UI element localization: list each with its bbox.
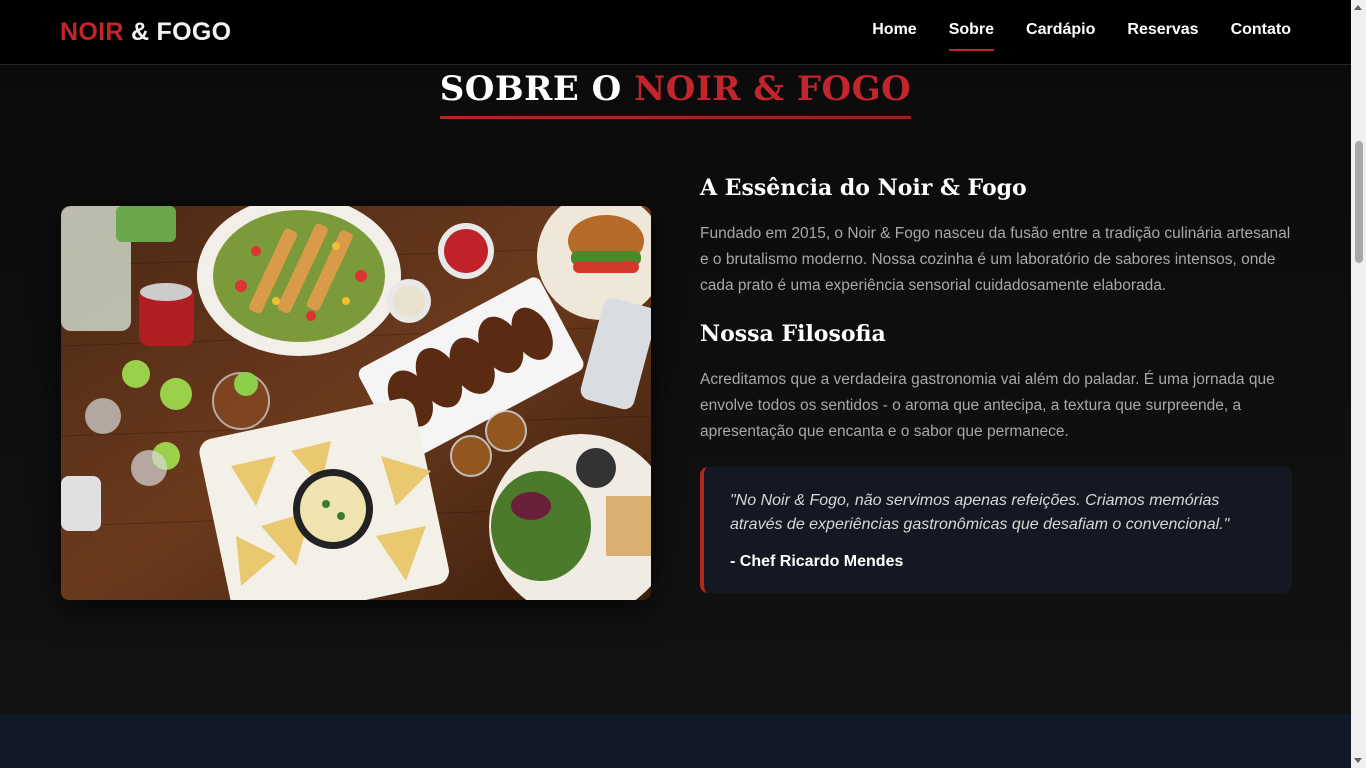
section-title-red: NOIR & FOGO: [634, 69, 912, 109]
quote-text: "No Noir & Fogo, não servimos apenas ref…: [730, 492, 1230, 533]
quote-author: - Chef Ricardo Mendes: [730, 553, 904, 570]
nav-link-sobre[interactable]: Sobre: [948, 21, 995, 51]
essence-paragraph: Fundado em 2015, o Noir & Fogo nasceu da…: [700, 225, 1291, 294]
scroll-up-icon[interactable]: [1354, 5, 1362, 10]
navbar: NOIR & FOGO Home Sobre Cardápio Reservas…: [0, 0, 1351, 65]
section-title: SOBRE O NOIR & FOGO: [439, 69, 912, 119]
section-title-white: SOBRE O: [439, 69, 622, 109]
food-table-photo: [61, 206, 651, 600]
logo[interactable]: NOIR & FOGO: [60, 18, 231, 47]
nav-link-reservas[interactable]: Reservas: [1127, 21, 1198, 43]
next-section: [0, 714, 1351, 768]
logo-white-text: & FOGO: [130, 17, 232, 46]
chef-quote: "No Noir & Fogo, não servimos apenas ref…: [700, 467, 1292, 593]
philosophy-paragraph: Acreditamos que a verdadeira gastronomia…: [700, 371, 1275, 440]
section-title-wrap: SOBRE O NOIR & FOGO: [0, 69, 1351, 119]
about-section: SOBRE O NOIR & FOGO A Essência do Noir &…: [0, 65, 1351, 714]
philosophy-heading: Nossa Filosofia: [700, 321, 886, 347]
logo-red-text: NOIR: [60, 17, 124, 46]
nav-link-home[interactable]: Home: [872, 21, 916, 43]
scroll-down-icon[interactable]: [1354, 758, 1362, 763]
scroll-thumb[interactable]: [1355, 141, 1363, 263]
essence-heading: A Essência do Noir & Fogo: [700, 175, 1027, 201]
food-illustration: [61, 206, 651, 600]
vertical-scrollbar[interactable]: [1351, 0, 1366, 768]
nav-link-cardapio[interactable]: Cardápio: [1026, 21, 1095, 43]
about-content: A Essência do Noir & Fogo Fundado em 201…: [700, 175, 1292, 593]
nav-links: Home Sobre Cardápio Reservas Contato: [872, 21, 1291, 51]
nav-link-contato[interactable]: Contato: [1231, 21, 1291, 43]
